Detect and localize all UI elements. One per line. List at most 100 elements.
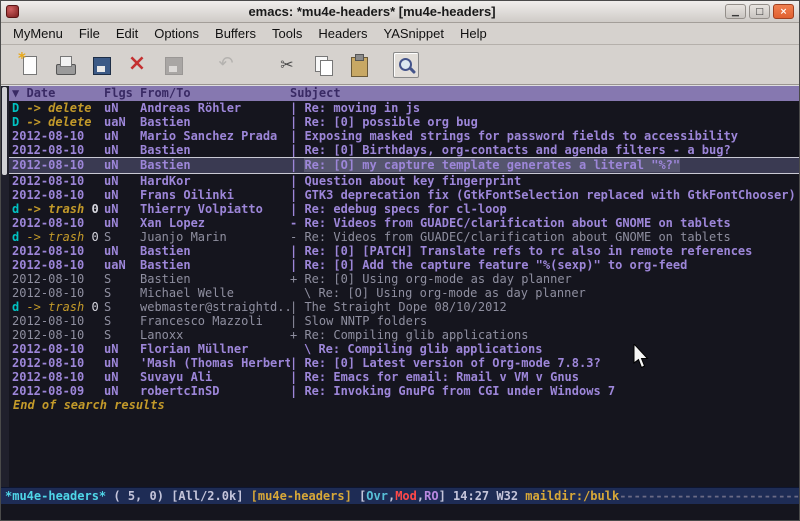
message-row[interactable]: 2012-08-10SFrancesco Mazzoli| Slow NNTP … <box>9 314 799 328</box>
thread-connector: | <box>290 370 304 384</box>
thread-connector: | <box>290 202 304 216</box>
col-date: 2012-08-09 <box>12 384 104 398</box>
modeline-part-plain: ] <box>439 489 453 503</box>
subject-text: Re: [O] my capture template generates a … <box>304 158 680 172</box>
col-from: Bastien <box>140 272 290 286</box>
menu-item-headers[interactable]: Headers <box>310 24 375 43</box>
print-icon[interactable] <box>52 52 78 78</box>
close-button[interactable]: × <box>773 4 794 19</box>
col-subject: | Re: Invoking GnuPG from CGI under Wind… <box>290 384 799 398</box>
col-from: Bastien <box>140 143 290 157</box>
col-date: 2012-08-10 <box>12 328 104 342</box>
scrollbar-thumb[interactable] <box>2 87 7 175</box>
menu-item-options[interactable]: Options <box>146 24 207 43</box>
modeline-part-ro: RO <box>424 489 438 503</box>
menu-item-edit[interactable]: Edit <box>108 24 146 43</box>
subject-text: Re: moving in js <box>304 101 420 115</box>
subject-text: The Straight Dope 08/10/2012 <box>304 300 506 314</box>
col-flags: uN <box>104 370 140 384</box>
message-row[interactable]: 2012-08-10uNBastien| Re: [0] [PATCH] Tra… <box>9 244 799 258</box>
col-flags: uN <box>104 158 140 173</box>
message-row[interactable]: 2012-08-10SBastien+ Re: [0] Using org-mo… <box>9 272 799 286</box>
col-from: Michael Welle <box>140 286 290 300</box>
thread-connector: | <box>290 174 304 188</box>
message-row[interactable]: 2012-08-10uNXan Lopez- Re: Videos from G… <box>9 216 799 230</box>
message-row[interactable]: 2012-08-10uN'Mash (Thomas Herbert)| Re: … <box>9 356 799 370</box>
col-subject: | GTK3 deprecation fix (GtkFontSelection… <box>290 188 799 202</box>
toolbar <box>1 45 799 85</box>
modeline-part-plain: [All/2.0k] <box>171 489 250 503</box>
message-row[interactable]: 2012-08-10uNBastien| Re: [O] my capture … <box>9 157 799 174</box>
message-row[interactable]: 2012-08-09uNrobertcInSD| Re: Invoking Gn… <box>9 384 799 398</box>
message-row[interactable]: 2012-08-10uNBastien| Re: [0] Birthdays, … <box>9 143 799 157</box>
message-row[interactable]: 2012-08-10uaNBastien| Re: [0] Add the ca… <box>9 258 799 272</box>
col-flags: uN <box>104 356 140 370</box>
message-row[interactable]: 2012-08-10SMichael Welle\ Re: [O] Using … <box>9 286 799 300</box>
message-row[interactable]: 2012-08-10uNMario Sanchez Prada| Exposin… <box>9 129 799 143</box>
subject-text: Re: [0] possible org bug <box>304 115 477 129</box>
thread-connector: \ <box>304 342 318 356</box>
col-subject: - Re: Videos from GUADEC/clarification a… <box>290 216 799 230</box>
search-icon[interactable] <box>393 52 419 78</box>
col-from: Xan Lopez <box>140 216 290 230</box>
new-file-icon[interactable] <box>16 52 42 78</box>
end-of-results: End of search results <box>9 398 799 413</box>
save-icon[interactable] <box>88 52 114 78</box>
col-flags: uN <box>104 216 140 230</box>
maximize-button[interactable]: □ <box>749 4 770 19</box>
header-column-subject[interactable]: Subject <box>290 86 799 101</box>
thread-connector: | <box>290 129 304 143</box>
paste-icon[interactable] <box>346 52 372 78</box>
col-from: Bastien <box>140 258 290 272</box>
message-row[interactable]: d -> trash 0uNThierry Volpiatto| Re: ede… <box>9 202 799 216</box>
col-subject: | Re: moving in js <box>290 101 799 115</box>
header-column-date[interactable]: ▼ Date <box>12 86 104 101</box>
message-row[interactable]: 2012-08-10uNFrans Oilinki| GTK3 deprecat… <box>9 188 799 202</box>
minibuffer[interactable] <box>1 504 799 520</box>
col-date: d -> trash 0 <box>12 300 104 314</box>
window-controls: ▁ □ × <box>725 4 794 19</box>
col-from: 'Mash (Thomas Herbert) <box>140 356 290 370</box>
col-flags: uN <box>104 174 140 188</box>
col-from: robertcInSD <box>140 384 290 398</box>
message-row[interactable]: D -> deleteuaNBastien| Re: [0] possible … <box>9 115 799 129</box>
menu-item-buffers[interactable]: Buffers <box>207 24 264 43</box>
menu-item-tools[interactable]: Tools <box>264 24 310 43</box>
col-date: 2012-08-10 <box>12 314 104 328</box>
message-row[interactable]: d -> trash 0SJuanjo Marin- Re: Videos fr… <box>9 230 799 244</box>
menu-item-yasnippet[interactable]: YASnippet <box>375 24 451 43</box>
col-subject: | Re: Emacs for email: Rmail v VM v Gnus <box>290 370 799 384</box>
message-row[interactable]: 2012-08-10uNSuvayu Ali| Re: Emacs for em… <box>9 370 799 384</box>
message-row[interactable]: d -> trash 0Swebmaster@straightd...| The… <box>9 300 799 314</box>
emacs-window: emacs: *mu4e-headers* [mu4e-headers] ▁ □… <box>0 0 800 521</box>
col-date: 2012-08-10 <box>12 272 104 286</box>
cut-icon[interactable] <box>274 52 300 78</box>
titlebar[interactable]: emacs: *mu4e-headers* [mu4e-headers] ▁ □… <box>1 1 799 23</box>
message-row[interactable]: 2012-08-10uNHardKor| Question about key … <box>9 174 799 188</box>
menu-item-help[interactable]: Help <box>452 24 495 43</box>
col-subject: | Re: [0] Birthdays, org-contacts and ag… <box>290 143 799 157</box>
kill-buffer-icon[interactable] <box>124 52 150 78</box>
menu-item-file[interactable]: File <box>71 24 108 43</box>
col-date: 2012-08-10 <box>12 286 104 300</box>
subject-text: Re: [0] [PATCH] Translate refs to rc als… <box>304 244 752 258</box>
col-flags: uaN <box>104 115 140 129</box>
mark-suffix: 0 <box>84 300 98 314</box>
thread-connector: \ <box>304 286 318 300</box>
menu-item-mymenu[interactable]: MyMenu <box>5 24 71 43</box>
header-column-from[interactable]: From/To <box>140 86 290 101</box>
scrollbar[interactable] <box>1 86 9 487</box>
message-row[interactable]: D -> deleteuNAndreas Röhler| Re: moving … <box>9 101 799 115</box>
modeline-part-folder: maildir:/bulk <box>525 489 619 503</box>
minimize-button[interactable]: ▁ <box>725 4 746 19</box>
message-row[interactable]: 2012-08-10SLanoxx+ Re: Compiling glib ap… <box>9 328 799 342</box>
mark-action: -> delete <box>19 115 91 129</box>
col-subject: | The Straight Dope 08/10/2012 <box>290 300 799 314</box>
subject-text: Re: Compiling glib applications <box>304 328 528 342</box>
message-row[interactable]: 2012-08-10uNFlorian Müllner\ Re: Compili… <box>9 342 799 356</box>
header-column-flags[interactable]: Flgs <box>104 86 140 101</box>
mark-suffix: 0 <box>84 202 98 216</box>
copy-icon[interactable] <box>310 52 336 78</box>
emacs-icon <box>6 5 19 18</box>
message-list: D -> deleteuNAndreas Röhler| Re: moving … <box>9 101 799 398</box>
